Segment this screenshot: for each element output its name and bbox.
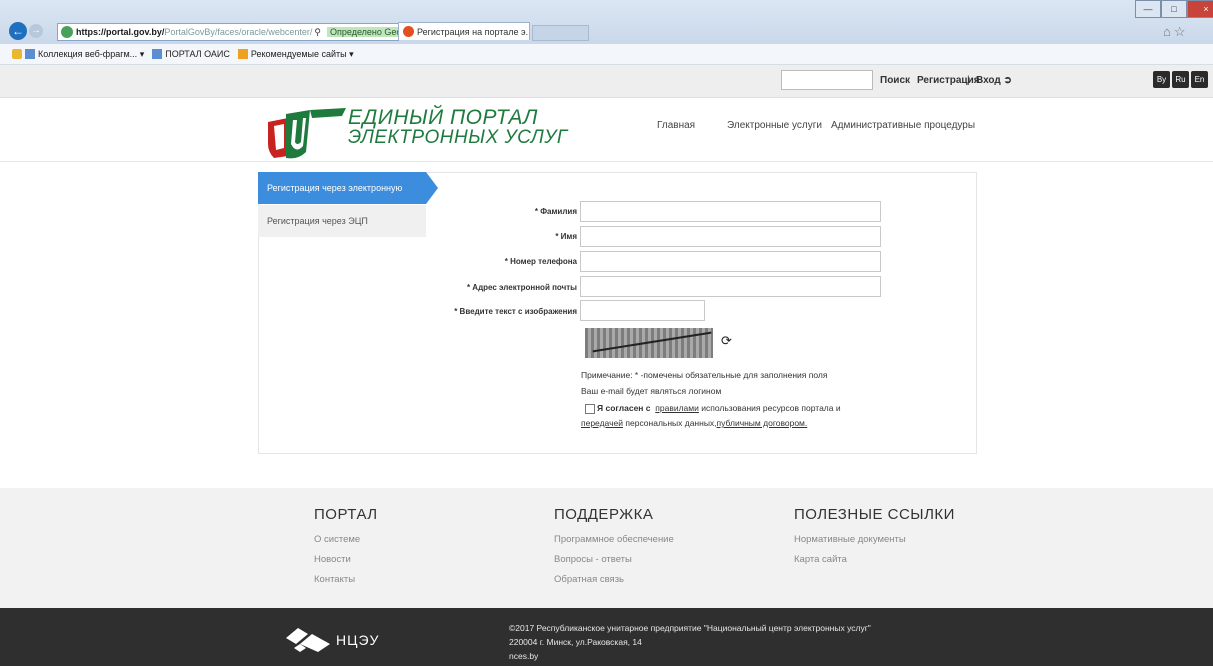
- name-field[interactable]: [580, 226, 881, 247]
- agree-line-2: передачей персональных данных,публичным …: [581, 418, 807, 428]
- footer-useful-title: ПОЛЕЗНЫЕ ССЫЛКИ: [794, 506, 955, 523]
- rules-link[interactable]: правилами: [655, 403, 699, 413]
- required-note: Примечание: * -помечены обязательные для…: [581, 370, 828, 380]
- portal-logo-icon[interactable]: [266, 108, 346, 160]
- home-icon[interactable]: ⌂: [1163, 24, 1174, 39]
- lang-by-button[interactable]: By: [1153, 71, 1170, 88]
- captcha-field[interactable]: [580, 300, 705, 321]
- back-icon[interactable]: ←: [9, 22, 27, 40]
- logo-line-1: ЕДИНЫЙ ПОРТАЛ: [348, 106, 538, 129]
- login-icon: ➲: [1003, 75, 1012, 86]
- footer-link-regulations[interactable]: Нормативные документы: [794, 534, 906, 545]
- address-bar[interactable]: https://portal.gov.by/ PortalGovBy/faces…: [57, 23, 399, 41]
- nav-home[interactable]: Главная: [657, 120, 695, 131]
- maximize-icon[interactable]: □: [1161, 0, 1187, 18]
- url-host: https://portal.gov.by/: [76, 27, 165, 37]
- site-link[interactable]: nces.by: [509, 651, 538, 661]
- captcha-label: * Введите текст с изображения: [454, 307, 577, 316]
- phone-field[interactable]: [580, 251, 881, 272]
- footer-link-about[interactable]: О системе: [314, 534, 360, 545]
- favorites-item-label: Рекомендуемые сайты: [250, 49, 347, 59]
- window-controls: — □ ×: [1135, 0, 1213, 18]
- ncz-logo-icon: [286, 628, 330, 652]
- browser-tools: ⌂☆: [1163, 24, 1189, 40]
- certificate-badge[interactable]: Определено GeoTrust: [327, 27, 398, 37]
- footer-link-news[interactable]: Новости: [314, 554, 351, 565]
- login-note: Ваш e-mail будет являться логином: [581, 386, 722, 396]
- surname-label: * Фамилия: [534, 207, 577, 216]
- header-divider: [0, 161, 1213, 162]
- agree-line-1: Я согласен с правилами использования рес…: [597, 403, 841, 413]
- webslice-icon: [25, 49, 35, 59]
- lang-en-button[interactable]: En: [1191, 71, 1208, 88]
- footer-support-title: ПОДДЕРЖКА: [554, 506, 654, 523]
- logo-line-2: ЭЛЕКТРОННЫХ УСЛУГ: [348, 127, 568, 148]
- favorites-item-label: Коллекция веб-фрагм...: [38, 49, 138, 59]
- agree-text-1: использования ресурсов портала и: [701, 403, 841, 413]
- favorites-item[interactable]: ПОРТАЛ ОАИС: [152, 49, 230, 59]
- agree-bold: Я согласен с: [597, 403, 651, 413]
- address-text: 220004 г. Минск, ул.Раковская, 14: [509, 637, 642, 647]
- browser-tab-new[interactable]: [532, 25, 589, 41]
- refresh-captcha-icon[interactable]: ⟳: [721, 333, 732, 349]
- favorites-item-label: ПОРТАЛ ОАИС: [165, 49, 230, 59]
- footer-link-feedback[interactable]: Обратная связь: [554, 574, 624, 585]
- nav-admin-procedures[interactable]: Административные процедуры: [831, 120, 975, 131]
- phone-label: * Номер телефона: [504, 257, 577, 266]
- topbar-separator: |: [967, 75, 970, 86]
- active-tab-arrow: [426, 172, 438, 204]
- site-favicon-icon: [403, 26, 414, 37]
- email-field[interactable]: [580, 276, 881, 297]
- close-icon[interactable]: ×: [1187, 0, 1213, 18]
- public-contract-link[interactable]: публичным договором.: [717, 418, 808, 428]
- browser-tab-title: Регистрация на портале э...: [417, 26, 530, 37]
- globe-icon: [61, 26, 73, 38]
- bing-icon: [237, 49, 248, 59]
- favorites-star-icon: [12, 49, 22, 59]
- forward-icon[interactable]: →: [29, 24, 43, 38]
- name-label: * Имя: [555, 232, 577, 241]
- page-icon: [152, 49, 163, 59]
- url-path: PortalGovBy/faces/oracle/webcenter/: [164, 27, 313, 37]
- surname-field[interactable]: [580, 201, 881, 222]
- ncz-logo-text: НЦЭУ: [336, 632, 380, 648]
- register-link[interactable]: Регистрация: [917, 75, 980, 86]
- agree-text-2: персональных данных,: [625, 418, 717, 428]
- portal-logo-text[interactable]: ЕДИНЫЙ ПОРТАЛ ЭЛЕКТРОННЫХ УСЛУГ: [348, 106, 568, 148]
- agree-checkbox[interactable]: [585, 404, 595, 414]
- footer-link-contacts[interactable]: Контакты: [314, 574, 355, 585]
- tab-email-registration[interactable]: Регистрация через электронную почту: [258, 172, 426, 225]
- minimize-icon[interactable]: —: [1135, 0, 1161, 18]
- login-label: Вход: [976, 75, 1001, 86]
- search-icon[interactable]: ⚲: [314, 27, 321, 38]
- favorites-item[interactable]: Рекомендуемые сайты ▾: [237, 49, 354, 60]
- search-button[interactable]: Поиск: [880, 75, 910, 86]
- lang-ru-button[interactable]: Ru: [1172, 71, 1189, 88]
- star-icon[interactable]: ☆: [1174, 24, 1189, 39]
- favorites-item[interactable]: Коллекция веб-фрагм... ▾: [12, 49, 144, 60]
- nav-e-services[interactable]: Электронные услуги: [727, 120, 822, 131]
- search-input[interactable]: [781, 70, 873, 90]
- favorites-bar: Коллекция веб-фрагм... ▾ ПОРТАЛ ОАИС Рек…: [0, 44, 1213, 65]
- email-label: * Адрес электронной почты: [466, 283, 577, 292]
- copyright-text: ©2017 Республиканское унитарное предприя…: [509, 623, 871, 633]
- footer-link-sitemap[interactable]: Карта сайта: [794, 554, 847, 565]
- footer-link-software[interactable]: Программное обеспечение: [554, 534, 674, 545]
- login-link[interactable]: Вход ➲: [976, 75, 1012, 86]
- browser-tab-active[interactable]: Регистрация на портале э... ×: [398, 22, 530, 40]
- footer-portal-title: ПОРТАЛ: [314, 506, 378, 523]
- site-topbar: [0, 65, 1213, 98]
- footer-link-faq[interactable]: Вопросы - ответы: [554, 554, 632, 565]
- transfer-link[interactable]: передачей: [581, 418, 623, 428]
